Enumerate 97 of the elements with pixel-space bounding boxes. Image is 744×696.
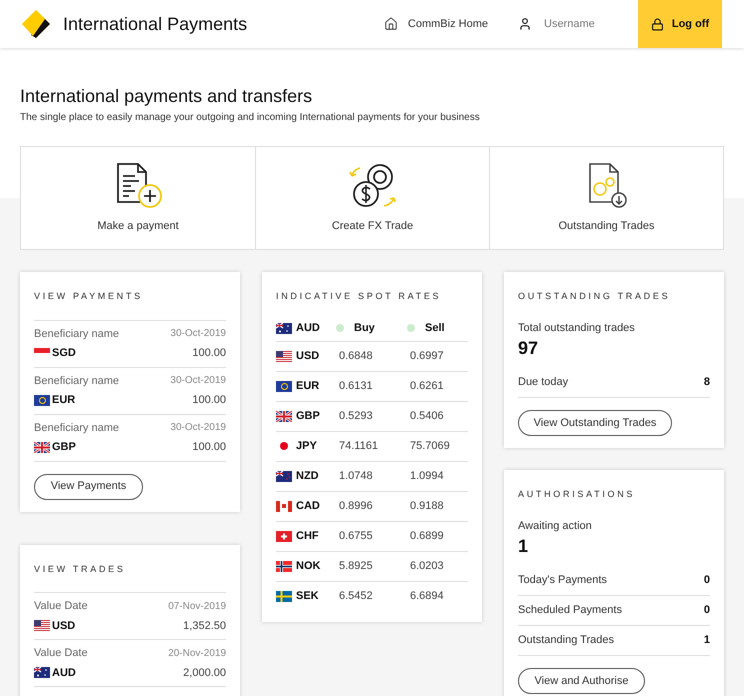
row-value: 1 xyxy=(704,633,710,648)
card-title: VIEW PAYMENTS xyxy=(34,290,144,303)
flag-icon xyxy=(276,350,292,362)
currency-code: EUR xyxy=(296,378,320,394)
flag-icon xyxy=(276,380,292,392)
flag-icon xyxy=(34,442,50,453)
outline-button[interactable]: View Payments xyxy=(34,474,143,500)
home-link[interactable]: CommBiz Home xyxy=(384,16,488,32)
row-label: Outstanding Trades xyxy=(518,633,614,648)
outline-button[interactable]: View and Authorise xyxy=(518,668,645,694)
buy-rate: 0.6848 xyxy=(339,348,374,364)
amount: 100.00 xyxy=(192,393,226,408)
flag-icon xyxy=(276,560,292,572)
column-header: Buy xyxy=(354,320,375,336)
stat-label: Total outstanding trades xyxy=(518,320,636,336)
stat-label: Awaiting action xyxy=(518,518,593,534)
buy-rate: 1.0748 xyxy=(339,468,374,484)
currency-code: NZD xyxy=(296,468,319,484)
buy-rate: 74.1161 xyxy=(339,438,379,454)
lock-icon xyxy=(650,18,664,30)
buy-rate: 0.8996 xyxy=(339,498,374,514)
home-icon xyxy=(384,17,398,31)
sell-rate: 6.6894 xyxy=(410,589,444,604)
row-label: Value Date xyxy=(34,646,88,661)
sell-rate: 1.0994 xyxy=(410,468,444,484)
flag-icon xyxy=(276,470,292,482)
row-label: Value Date xyxy=(34,599,88,614)
flag-icon xyxy=(276,591,292,602)
amount: 1,352.50 xyxy=(183,618,226,634)
logoff-button[interactable]: Log off xyxy=(638,0,722,48)
sell-rate: 0.6899 xyxy=(410,528,444,544)
flag-icon xyxy=(34,394,50,406)
flag-icon xyxy=(276,500,292,512)
row-value: 0 xyxy=(704,573,710,588)
action-tile[interactable]: Outstanding Trades xyxy=(489,147,723,249)
card-title: AUTHORISATIONS xyxy=(518,488,636,501)
currency-code: SGD xyxy=(52,346,76,361)
stat-value: 1 xyxy=(518,535,530,558)
currency-code: AUD xyxy=(52,666,76,680)
currency-exchange-icon xyxy=(348,162,398,210)
flag-icon xyxy=(276,322,292,334)
currency-code: USD xyxy=(52,618,76,634)
flag-icon xyxy=(276,530,292,542)
row-label: Scheduled Payments xyxy=(518,603,622,618)
row-date: 20-Nov-2019 xyxy=(168,646,226,661)
buy-rate: 6.5452 xyxy=(339,589,374,604)
row-date: 30-Oct-2019 xyxy=(170,374,226,388)
sell-rate: 0.6261 xyxy=(410,378,444,394)
amount: 100.00 xyxy=(192,346,226,361)
user-icon xyxy=(518,17,532,31)
card-title: VIEW TRADES xyxy=(34,562,127,576)
base-currency: AUD xyxy=(296,320,320,336)
row-label: Beneficiary name xyxy=(34,326,119,342)
sell-rate: 0.9188 xyxy=(410,498,444,514)
sell-rate: 0.5406 xyxy=(410,408,444,424)
username: Username xyxy=(544,16,595,32)
currency-code: CHF xyxy=(296,528,319,544)
currency-code: USD xyxy=(296,348,320,364)
flag-icon xyxy=(34,620,50,632)
amount: 2,000.00 xyxy=(183,666,226,680)
row-date: 30-Oct-2019 xyxy=(170,421,226,436)
action-tile[interactable]: Make a payment xyxy=(21,147,255,249)
row-date: 07-Nov-2019 xyxy=(168,600,226,614)
buy-rate: 0.6755 xyxy=(339,528,374,544)
amount: 100.00 xyxy=(192,440,226,455)
flag-icon xyxy=(34,667,50,678)
card-title: OUTSTANDING TRADES xyxy=(518,290,672,303)
logo-icon xyxy=(21,9,51,39)
sell-rate: 75.7069 xyxy=(410,438,450,454)
row-label: Beneficiary name xyxy=(34,374,119,388)
page-subtitle: The single place to easily manage your outgoing and incoming International payments for your business xyxy=(20,111,481,125)
sell-rate: 0.6997 xyxy=(410,348,444,364)
currency-code: CAD xyxy=(296,498,320,514)
currency-code: EUR xyxy=(52,393,76,408)
buy-rate: 0.5293 xyxy=(339,408,374,424)
buy-rate: 0.6131 xyxy=(339,378,374,394)
column-header: Sell xyxy=(425,320,445,336)
app-title: International Payments xyxy=(63,12,248,36)
currency-code: JPY xyxy=(296,438,317,454)
currency-code: NOK xyxy=(296,558,320,574)
row-date: 30-Oct-2019 xyxy=(170,327,226,342)
currency-code: GBP xyxy=(296,408,320,424)
outline-button[interactable]: View Outstanding Trades xyxy=(518,410,672,436)
currency-code: SEK xyxy=(296,589,319,604)
currency-code: GBP xyxy=(52,440,76,455)
card-title: INDICATIVE SPOT RATES xyxy=(276,290,442,303)
page-heading: International payments and transfers xyxy=(20,85,314,108)
row-label: Today's Payments xyxy=(518,573,607,588)
flag-icon xyxy=(276,410,292,422)
row-label: Beneficiary name xyxy=(34,420,119,436)
sell-rate: 6.0203 xyxy=(410,558,444,574)
row-value: 8 xyxy=(704,375,710,390)
stat-value: 97 xyxy=(518,337,540,360)
row-label: Due today xyxy=(518,375,568,390)
row-value: 0 xyxy=(704,603,710,618)
action-tile[interactable]: Create FX Trade xyxy=(255,147,489,249)
buy-rate: 5.8925 xyxy=(339,558,374,574)
